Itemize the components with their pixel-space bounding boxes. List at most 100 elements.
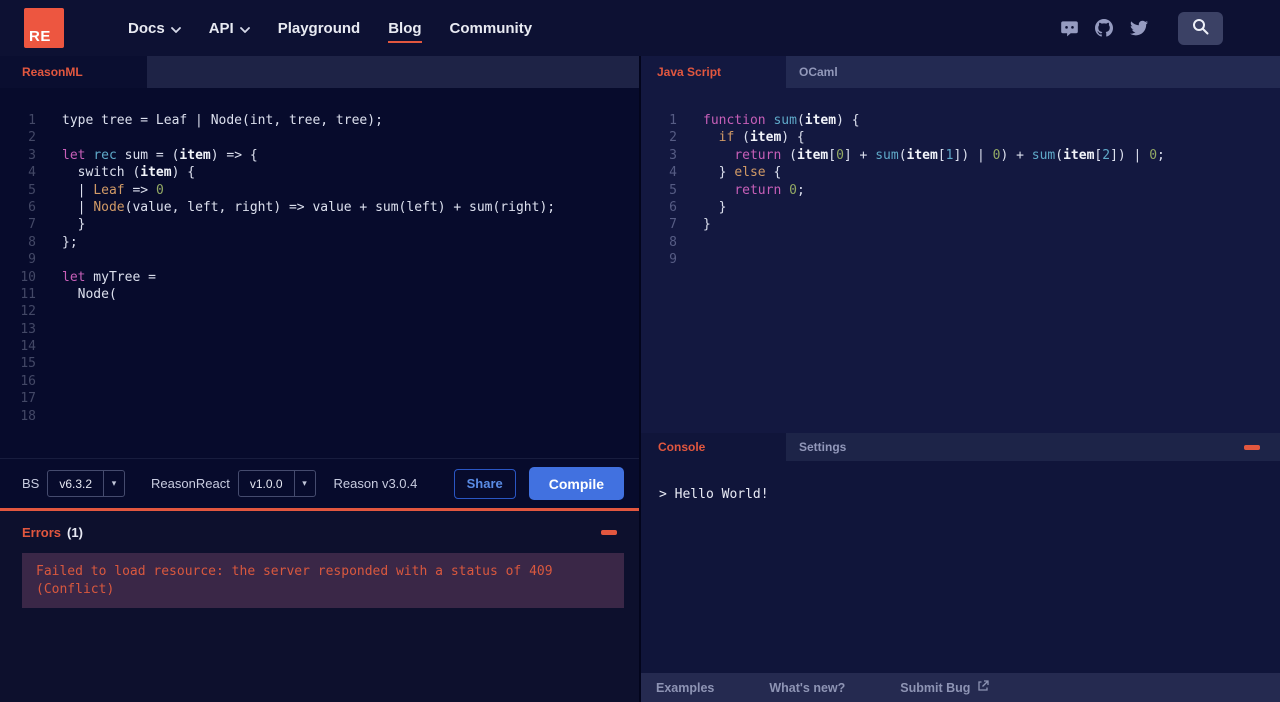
code-line: 9 [0,251,639,268]
code-line: 17 [0,390,639,407]
footer-link-submit-bug[interactable]: Submit Bug [900,680,990,695]
code-line: 4 switch (item) { [0,164,639,181]
logo[interactable]: RE [24,8,64,48]
errors-panel: Errors (1) Failed to load resource: the … [0,508,639,702]
tab-javascript[interactable]: Java Script [641,56,786,88]
code-text: } [703,217,711,233]
tab-settings[interactable]: Settings [786,433,846,461]
share-button[interactable]: Share [453,468,516,499]
errors-header: Errors (1) [0,511,639,540]
bs-version-value: v6.3.2 [59,476,93,491]
nav-icons [1044,11,1223,45]
nav-item-docs[interactable]: Docs [128,14,181,43]
line-number: 16 [20,373,36,389]
line-number: 14 [20,339,36,355]
code-line: 3 return (item[0] + sum(item[1]) | 0) + … [641,147,1280,164]
footer-link-label: What's new? [769,680,846,695]
code-text: type tree = Leaf | Node(int, tree, tree)… [62,113,383,128]
line-number: 5 [28,182,36,198]
code-line: 5 | Leaf => 0 [0,182,639,199]
line-number: 1 [669,113,677,128]
search-icon [1192,18,1209,38]
code-line: 8 [641,234,1280,251]
line-number: 8 [28,234,36,250]
line-number: 5 [669,182,677,198]
code-text: switch (item) { [62,165,196,181]
errors-count-badge: (1) [67,525,83,540]
footer-link-label: Submit Bug [900,680,971,695]
console-tabbar: Console Settings [641,433,1280,461]
line-number: 3 [28,147,36,163]
line-number: 10 [20,269,36,285]
bs-version-select[interactable]: v6.3.2 ▾ [47,470,126,497]
line-number: 9 [28,252,36,268]
reason-version-label: Reason v3.0.4 [333,476,418,491]
nav-item-api[interactable]: API [209,14,250,43]
top-nav: RE Docs API Playground Blog Community [0,0,1280,56]
code-line: 4 } else { [641,164,1280,181]
code-line: 7 } [0,216,639,233]
line-number: 6 [28,199,36,215]
nav-label: API [208,19,234,37]
footer-link-whats-new[interactable]: What's new? [769,681,845,695]
code-line: 18 [0,408,639,425]
code-line: 9 [641,251,1280,268]
line-number: 17 [20,391,36,407]
code-line: 7} [641,216,1280,233]
chevron-down-icon: ▾ [293,471,315,496]
code-line: 6 } [641,199,1280,216]
tab-ocaml[interactable]: OCaml [786,56,838,88]
code-text: return (item[0] + sum(item[1]) | 0) + su… [734,147,1165,163]
code-text: } [62,217,86,233]
chevron-down-icon [170,20,181,37]
code-text: } else { [703,165,782,181]
nav-item-blog[interactable]: Blog [388,14,422,43]
line-number: 1 [28,113,36,128]
code-text: return 0; [734,182,805,198]
line-number: 4 [28,165,36,181]
code-line: 3 let rec sum = (item) => { [0,147,639,164]
reasonreact-version-select[interactable]: v1.0.0 ▾ [237,470,316,497]
editor-toolbar: BS v6.3.2 ▾ ReasonReact v1.0.0 ▾ Reason … [0,458,639,508]
footer-link-examples[interactable]: Examples [656,681,714,695]
twitter-icon[interactable] [1129,18,1149,38]
code-line: 8}; [0,234,639,251]
code-text: | Node(value, left, right) => value + su… [62,199,556,215]
discord-icon[interactable] [1059,18,1079,38]
collapse-errors-button[interactable] [601,530,617,535]
line-number: 2 [669,130,677,146]
line-number: 7 [669,217,677,233]
line-number: 11 [20,286,36,302]
github-icon[interactable] [1094,18,1114,38]
reason-code-editor[interactable]: 1 type tree = Leaf | Node(int, tree, tree… [0,88,639,458]
chevron-down-icon [239,20,250,37]
reason-editor-pane: ReasonML 1 type tree = Leaf | Node(int, t… [0,56,639,702]
external-link-icon [977,680,990,695]
collapse-console-button[interactable] [1244,444,1260,450]
line-number: 18 [20,408,36,424]
nav-item-community[interactable]: Community [450,14,533,43]
tab-reasonml[interactable]: ReasonML [0,56,147,88]
compile-button[interactable]: Compile [528,467,624,500]
main-nav: Docs API Playground Blog Community [128,14,532,43]
search-button[interactable] [1178,11,1223,45]
console-output[interactable]: > Hello World! [641,461,1280,673]
code-text: }; [62,234,78,250]
output-footer: Examples What's new? Submit Bug [641,673,1280,702]
error-message: Failed to load resource: the server resp… [22,553,624,608]
code-line: 13 [0,321,639,338]
js-code-editor[interactable]: 1 function sum(item) {2 if (item) {3 retu… [641,88,1280,433]
nav-item-playground[interactable]: Playground [278,14,361,43]
tab-console[interactable]: Console [641,433,786,461]
code-line: 15 [0,355,639,372]
line-number: 3 [669,147,677,163]
logo-text: RE [29,28,51,45]
reason-tabbar: ReasonML [0,56,639,88]
code-line: 11 Node( [0,286,639,303]
bs-label: BS [22,476,40,491]
line-number: 7 [28,217,36,233]
console-line: > Hello World! [659,487,769,502]
line-number: 13 [20,321,36,337]
code-line: 5 return 0; [641,182,1280,199]
nav-label: Playground [277,19,361,37]
